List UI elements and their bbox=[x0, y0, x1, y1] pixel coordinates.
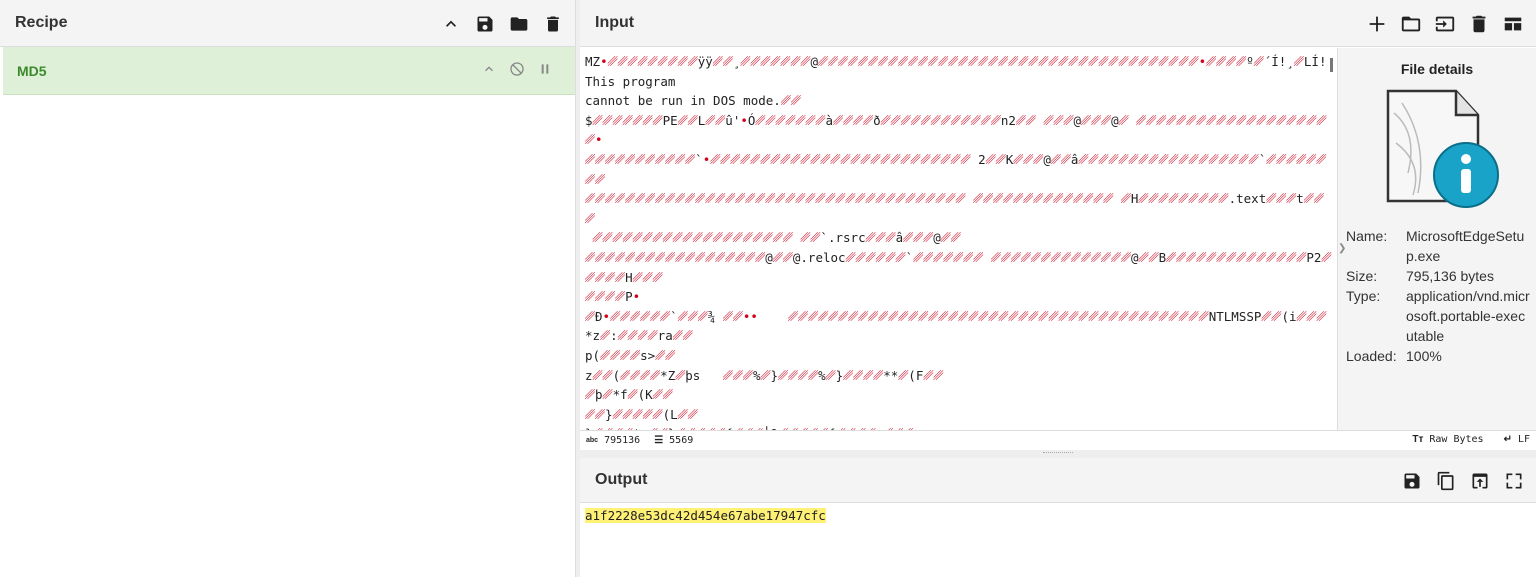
input-status-bar: abc 795136 ☰ 5569 Tт Raw Bytes ↵ LF bbox=[580, 430, 1536, 450]
file-info-icon bbox=[1386, 89, 1499, 208]
folder-icon[interactable] bbox=[509, 14, 529, 34]
input-textarea[interactable]: MZ•␥␥␥␥␥␥␥␥␥ÿÿ␥␥¸␥␥␥␥␥␥␥@␥␥␥␥␥␥␥␥␥␥␥␥␥␥␥… bbox=[580, 48, 1337, 430]
layout-icon[interactable] bbox=[1502, 13, 1524, 35]
chevron-up-icon[interactable] bbox=[441, 14, 461, 34]
detail-row-name: Name: MicrosoftEdgeSetup.exe bbox=[1346, 226, 1530, 266]
lines-icon: ☰ bbox=[654, 435, 664, 446]
output-hash-value: a1f2228e53dc42d454e67abe17947cfc bbox=[585, 508, 826, 523]
operation-name: MD5 bbox=[17, 62, 47, 79]
recipe-toolbar bbox=[441, 0, 563, 47]
text-format-icon: Tт bbox=[1412, 434, 1424, 445]
input-line: cannot be run in DOS mode.␥␥ bbox=[585, 93, 801, 109]
pane-resizer-horizontal[interactable] bbox=[580, 450, 1536, 458]
input-line: MZ•␥␥␥␥␥␥␥␥␥ÿÿ␥␥¸␥␥␥␥␥␥␥@␥␥␥␥␥␥␥␥␥␥␥␥␥␥␥… bbox=[585, 54, 1327, 89]
input-length: 795136 bbox=[604, 435, 641, 446]
abc-icon: abc bbox=[586, 437, 599, 444]
detail-key: Loaded: bbox=[1346, 348, 1397, 364]
pause-icon[interactable] bbox=[537, 61, 553, 82]
detail-key: Name: bbox=[1346, 228, 1388, 244]
output-pane: Output a1f2228e53dc42d454e67abe17947cfc bbox=[580, 458, 1536, 577]
input-scrollbar[interactable] bbox=[1330, 58, 1333, 72]
replace-input-icon[interactable] bbox=[1470, 471, 1490, 491]
copy-icon[interactable] bbox=[1436, 471, 1456, 491]
input-title: Input bbox=[595, 14, 635, 31]
encoding-label: Raw Bytes bbox=[1429, 434, 1484, 445]
eol-selector[interactable]: ↵ LF bbox=[1504, 434, 1530, 445]
file-details-table: Name: MicrosoftEdgeSetup.exe Size: 795,1… bbox=[1346, 226, 1530, 366]
detail-row-size: Size: 795,136 bytes bbox=[1346, 266, 1530, 286]
input-line: ␥␥}␥␥␥␥␥(L␥␥ bbox=[585, 406, 698, 422]
detail-row-type: Type: application/vnd.microsoft.portable… bbox=[1346, 286, 1530, 346]
input-line: ␥␥␥␥P• bbox=[585, 289, 641, 305]
input-lines: 5569 bbox=[669, 435, 694, 446]
save-icon[interactable] bbox=[475, 14, 495, 34]
detail-key: Size: bbox=[1346, 268, 1378, 284]
output-toolbar bbox=[1402, 458, 1524, 503]
input-length-stat: abc 795136 bbox=[586, 435, 640, 446]
input-lines-stat: ☰ 5569 bbox=[654, 435, 693, 446]
input-line: ␥␥␥␥␥␥␥␥␥␥␥`•␥␥␥␥␥␥␥␥␥␥␥␥␥␥␥␥␥␥␥␥␥␥␥␥␥␥ … bbox=[585, 151, 1327, 187]
operation-controls bbox=[481, 61, 553, 82]
input-header: Input bbox=[580, 0, 1536, 47]
recipe-title: Recipe bbox=[15, 14, 68, 31]
file-type-value: application/vnd.microsoft.portable-execu… bbox=[1406, 288, 1530, 344]
file-details-panel: ❯ File details Name: MicrosoftEdgeSetup.… bbox=[1337, 48, 1536, 430]
input-line: ␥␥␥␥␥␥␥␥␥␥␥␥␥␥␥␥␥␥␥␥ ␥␥`.rsrc␥␥␥â␥␥␥@␥␥ bbox=[592, 230, 961, 246]
resizer-grip bbox=[1043, 452, 1073, 454]
encoding-selector[interactable]: Tт Raw Bytes bbox=[1412, 434, 1483, 445]
output-header: Output bbox=[580, 458, 1536, 503]
disable-icon[interactable] bbox=[509, 61, 525, 82]
return-icon: ↵ bbox=[1503, 434, 1512, 445]
plus-icon[interactable] bbox=[1366, 13, 1388, 35]
input-line: ␥␥␥␥␥␥␥␥␥␥␥␥␥␥␥␥␥␥␥␥␥␥␥␥␥␥␥␥␥␥␥␥␥␥␥␥␥␥ ␥… bbox=[585, 191, 1324, 226]
save-icon[interactable] bbox=[1402, 471, 1422, 491]
import-icon[interactable] bbox=[1434, 13, 1456, 35]
maximize-icon[interactable] bbox=[1504, 471, 1524, 491]
detail-key: Type: bbox=[1346, 288, 1381, 304]
recipe-operation-md5[interactable]: MD5 bbox=[3, 47, 575, 95]
input-line: ␥þ␥*f␥(K␥␥ bbox=[585, 387, 673, 403]
file-name-value: MicrosoftEdgeSetup.exe bbox=[1406, 228, 1525, 264]
input-toolbar bbox=[1366, 0, 1524, 47]
file-size-value: 795,136 bytes bbox=[1406, 268, 1494, 284]
input-pane: Input MZ•␥␥␥␥␥␥␥␥␥ÿÿ␥␥¸␥␥␥␥␥␥␥@␥␥␥␥␥␥␥␥␥… bbox=[580, 0, 1536, 450]
folder-icon[interactable] bbox=[1400, 13, 1422, 35]
file-loaded-value: 100% bbox=[1406, 348, 1442, 364]
file-details-title: File details bbox=[1400, 61, 1474, 77]
detail-row-loaded: Loaded: 100% bbox=[1346, 346, 1530, 366]
output-title: Output bbox=[595, 471, 648, 488]
output-textarea[interactable]: a1f2228e53dc42d454e67abe17947cfc bbox=[580, 503, 1536, 528]
cyberchef-app: Recipe MD5 Input MZ•␥␥␥␥␥␥␥␥␥ÿÿ␥␥¸␥␥␥␥␥␥… bbox=[0, 0, 1536, 577]
status-right: Tт Raw Bytes ↵ LF bbox=[1406, 434, 1530, 445]
trash-icon[interactable] bbox=[1468, 13, 1490, 35]
input-line: ␥␥␥␥␥␥␥␥␥␥␥␥␥␥␥␥␥␥@␥␥@.reloc␥␥␥␥␥␥`␥␥␥␥␥… bbox=[585, 249, 1332, 285]
input-line: $␥␥␥␥␥␥␥PE␥␥L␥␥û'•Ó␥␥␥␥␥␥␥à␥␥␥␥ð␥␥␥␥␥␥␥␥… bbox=[585, 112, 1327, 148]
trash-icon[interactable] bbox=[543, 14, 563, 34]
chevron-up-icon[interactable] bbox=[481, 61, 497, 82]
eol-label: LF bbox=[1517, 434, 1530, 445]
input-line: z␥␥(␥␥␥␥*Z␥þs ␥␥␥%␥}␥␥␥␥%␥}␥␥␥␥**␥(F␥␥ bbox=[585, 367, 944, 383]
recipe-header: Recipe bbox=[0, 0, 575, 47]
recipe-pane: Recipe MD5 bbox=[0, 0, 576, 577]
input-line: ␥Ð•␥␥␥␥␥␥`␥␥␥¾ ␥␥•• ␥␥␥␥␥␥␥␥␥␥␥␥␥␥␥␥␥␥␥␥… bbox=[585, 308, 1327, 344]
input-line: p(␥␥␥␥s>␥␥ bbox=[585, 347, 676, 363]
